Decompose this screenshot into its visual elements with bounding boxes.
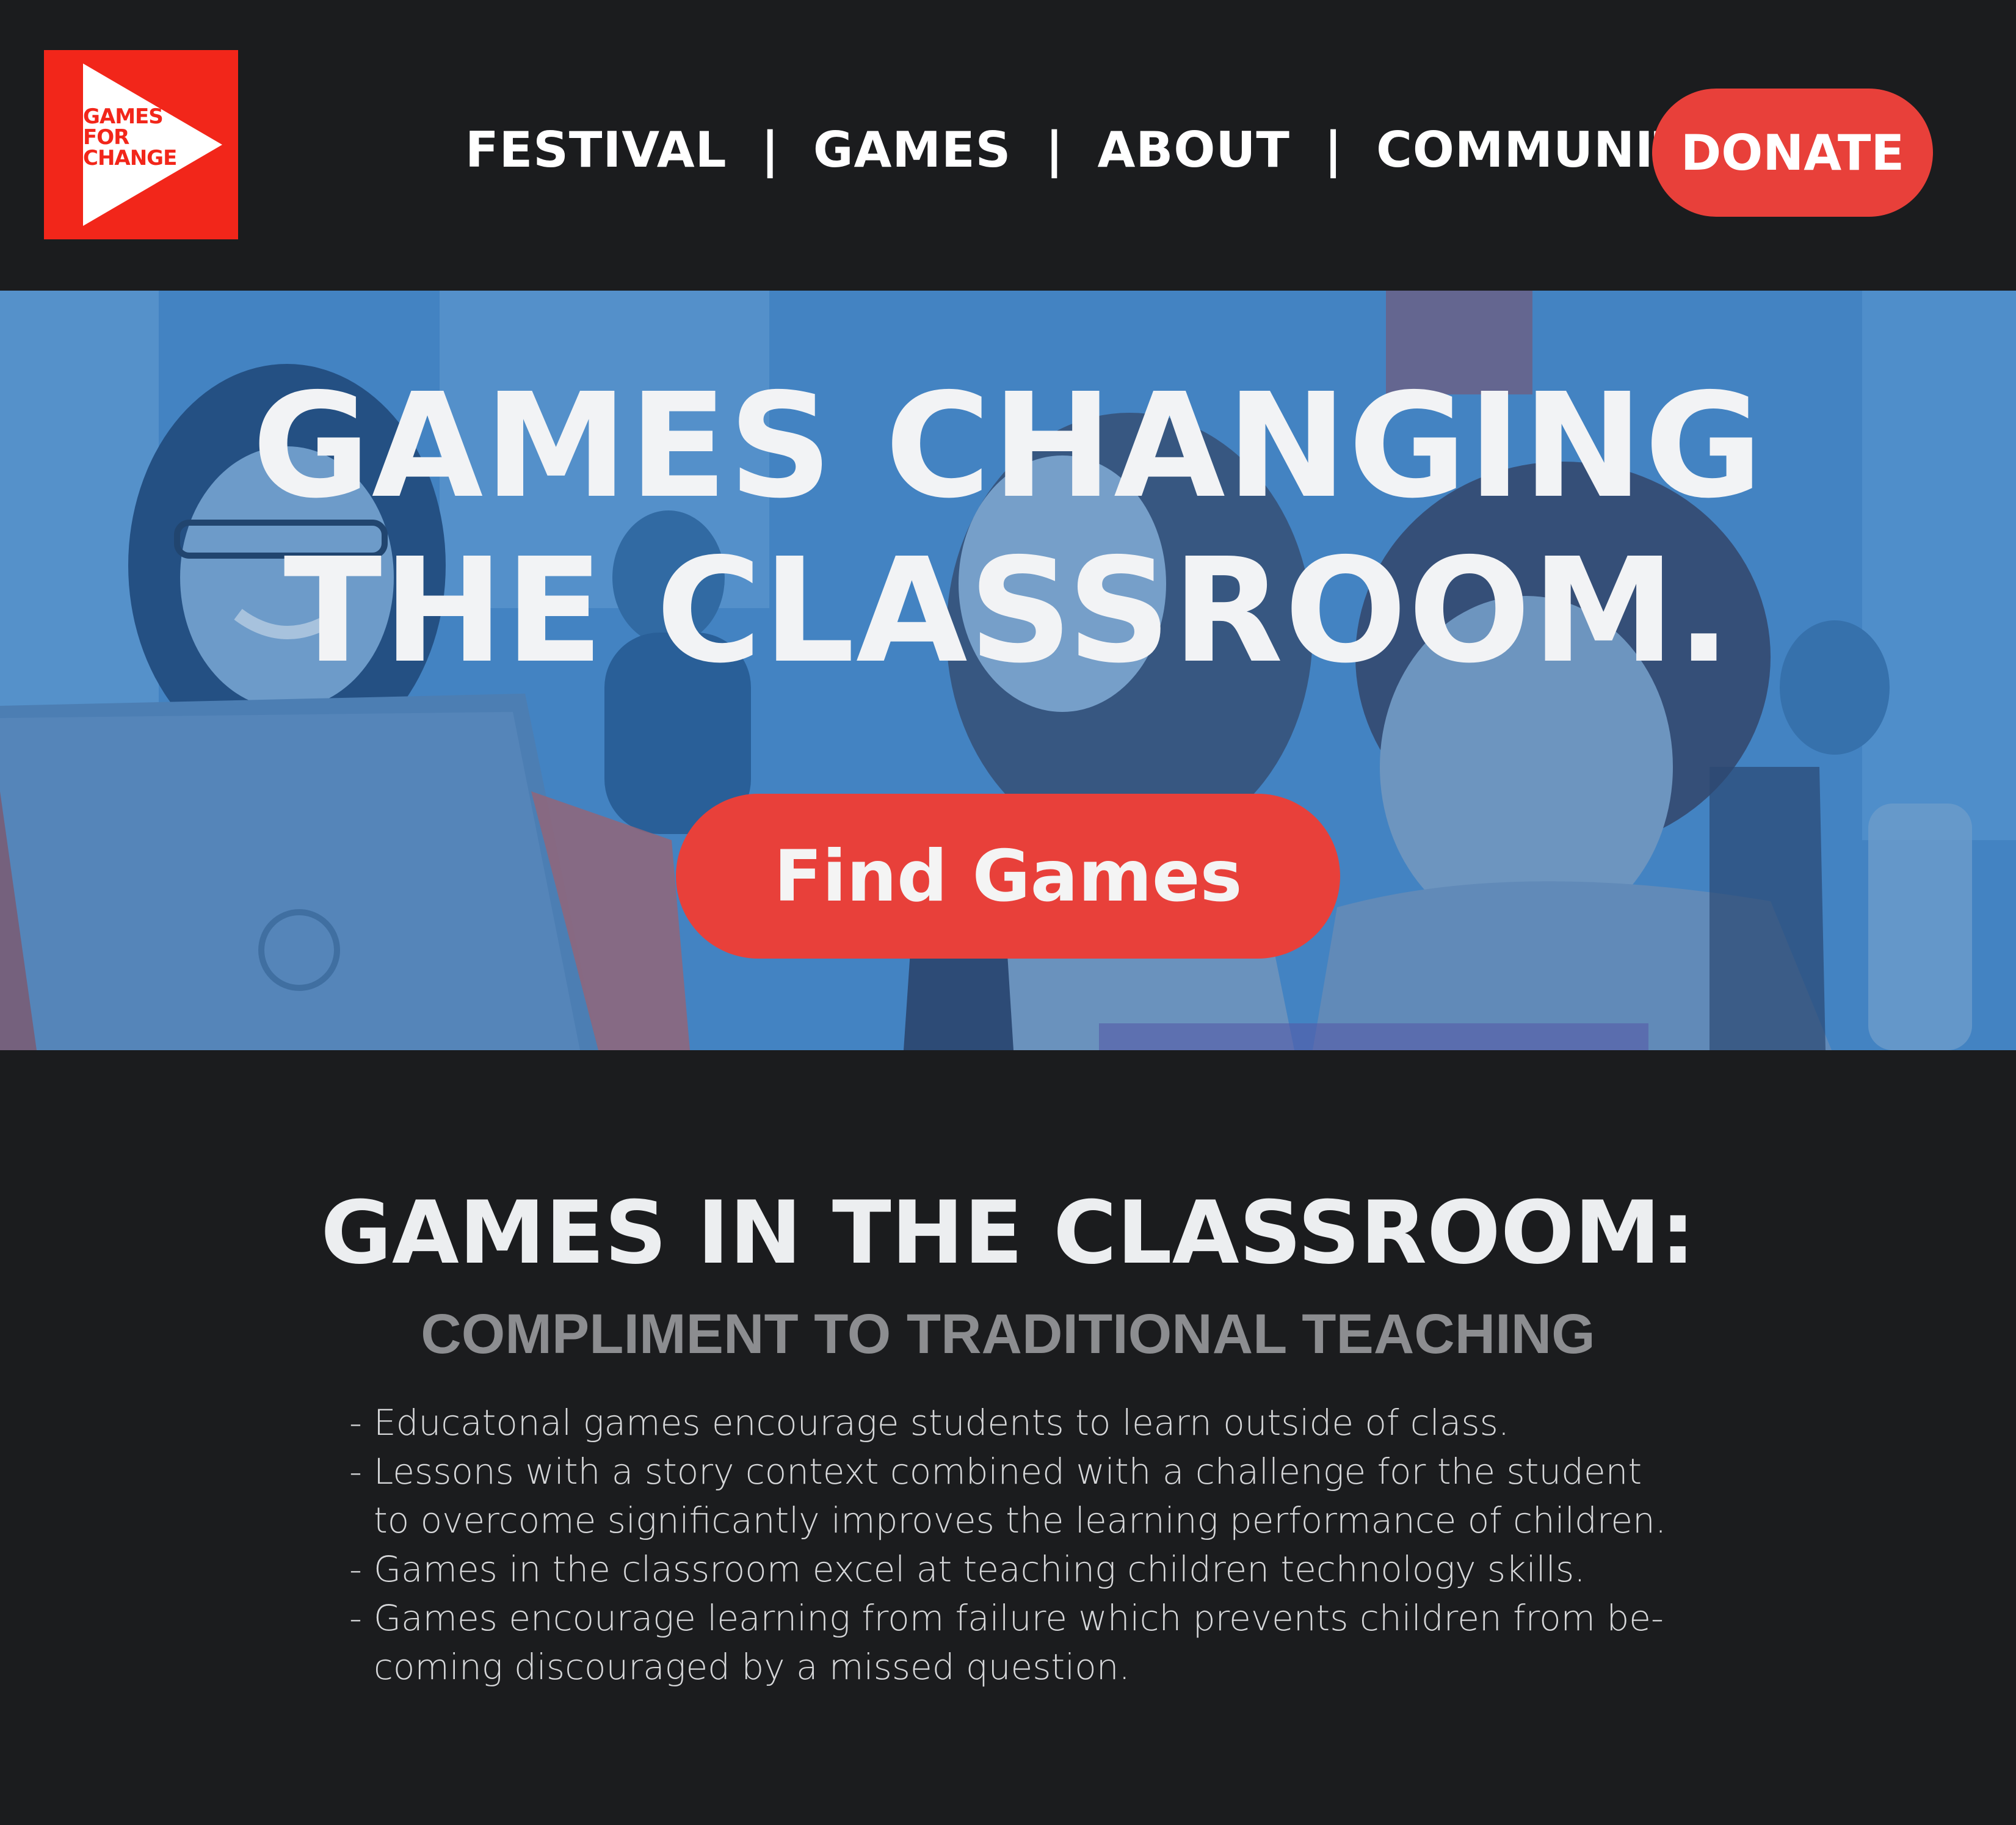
find-games-button[interactable]: Find Games: [676, 794, 1340, 959]
logo-line-for: FOR: [83, 125, 129, 150]
hero-headline-line-2: THE CLASSROOM.: [283, 527, 1733, 695]
bullet-text-line: Games in the classroom excel at teaching…: [374, 1548, 1586, 1590]
nav-separator: |: [1324, 121, 1343, 178]
site-header: GAMES FOR CHANGE FESTIVAL | GAMES | ABOU…: [0, 0, 2016, 291]
benefits-list: - Educatonal games encourage students to…: [349, 1398, 1668, 1691]
bullet-text-line: to overcome significantly improves the l…: [374, 1500, 1667, 1541]
bullet-text-line: Lessons with a story context combined wi…: [374, 1451, 1642, 1492]
bullet-marker: -: [349, 1402, 362, 1443]
bullet-text-line: Educatonal games encourage students to l…: [374, 1402, 1510, 1443]
nav-separator: |: [761, 121, 779, 178]
nav-item-about[interactable]: ABOUT: [1098, 122, 1290, 178]
logo-wordmark: GAMES FOR CHANGE: [83, 104, 177, 170]
list-item: - Games in the classroom excel at teachi…: [349, 1545, 1668, 1594]
logo-line-change: CHANGE: [83, 146, 177, 170]
donate-button[interactable]: DONATE: [1652, 89, 1933, 217]
hero-headline-line-1: GAMES CHANGING: [252, 362, 1764, 530]
nav-item-games[interactable]: GAMES: [813, 122, 1011, 178]
hero-banner: GAMES CHANGING THE CLASSROOM. Find Games: [0, 291, 2016, 1050]
list-item: - Lessons with a story context combined …: [349, 1447, 1668, 1545]
bullet-text-line: Games encourage learning from failure wh…: [374, 1597, 1664, 1639]
list-item: - Educatonal games encourage students to…: [349, 1398, 1668, 1447]
main-nav: FESTIVAL | GAMES | ABOUT | COMMUNITY: [465, 116, 1724, 183]
bullet-marker: -: [349, 1548, 362, 1590]
bullet-marker: -: [349, 1451, 362, 1492]
hero-headline: GAMES CHANGING THE CLASSROOM.: [0, 364, 2016, 694]
section-subtitle: COMPLIMENT TO TRADITIONAL TEACHING: [421, 1303, 1595, 1365]
games-in-classroom-section: GAMES IN THE CLASSROOM: COMPLIMENT TO TR…: [0, 1050, 2016, 1825]
bullet-text-line: coming discouraged by a missed question.: [374, 1646, 1130, 1688]
nav-separator: |: [1045, 121, 1064, 178]
games-for-change-logo[interactable]: GAMES FOR CHANGE: [44, 50, 238, 239]
section-title: GAMES IN THE CLASSROOM:: [321, 1183, 1695, 1283]
list-item: - Games encourage learning from failure …: [349, 1594, 1668, 1691]
bullet-marker: -: [349, 1597, 362, 1639]
nav-item-festival[interactable]: FESTIVAL: [465, 122, 727, 178]
logo-line-games: GAMES: [83, 104, 164, 129]
